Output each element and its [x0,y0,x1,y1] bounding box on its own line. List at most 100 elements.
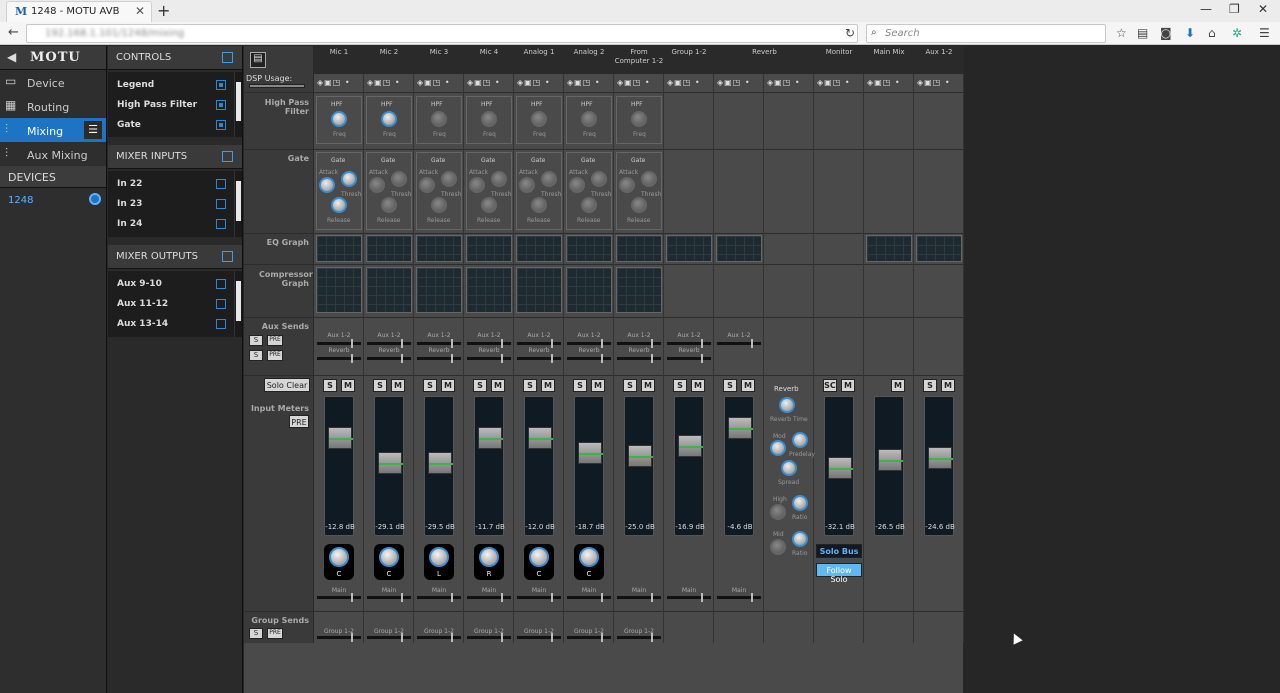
list-item[interactable]: Gate [108,116,234,136]
solo-button[interactable]: S [623,379,637,392]
channel-tool-icons[interactable]: ◈▣◳ • [464,78,514,90]
browser-tab[interactable]: M 1248 - MOTU AVB ✕ [6,1,152,22]
extension-icon[interactable]: ✲ [1232,26,1242,40]
channel-tool-icons[interactable]: ◈▣◳ • [914,78,964,90]
bookmark-star-icon[interactable]: ☆ [1116,26,1127,40]
group-send-slider[interactable] [617,633,661,642]
reverb-send-slider[interactable] [567,354,611,363]
solo-button[interactable]: S [523,379,537,392]
channel-tool-icons[interactable]: ◈▣◳ • [414,78,464,90]
aux-send-slider[interactable] [467,339,511,348]
list-item[interactable]: Aux 9-10 [108,275,234,295]
compressor-graph[interactable] [316,267,362,313]
compressor-graph[interactable] [566,267,612,313]
url-bar[interactable]: 192.168.1.101/1248/mixing [26,24,858,43]
attack-knob[interactable] [619,177,635,193]
inputs-toggle[interactable] [222,151,233,162]
aux-send-slider[interactable] [417,339,461,348]
nav-item-routing[interactable]: ▦ Routing [0,94,106,118]
channel-fader[interactable]: -32.1 dB [824,396,855,536]
pan-knob[interactable] [479,547,499,567]
nav-item-device[interactable]: ▭ Device [0,70,106,94]
checkbox[interactable] [216,179,226,189]
release-knob[interactable] [381,197,397,213]
solo-button[interactable]: S [673,379,687,392]
reverb-send-slider[interactable] [417,354,461,363]
fader-cap[interactable] [378,452,403,474]
main-send-slider[interactable] [367,593,411,602]
ratio-knob[interactable] [792,495,808,511]
mute-button[interactable]: M [541,379,555,392]
checkbox[interactable] [216,219,226,229]
download-icon[interactable]: ⬇ [1185,26,1195,40]
pan-control[interactable]: R [474,544,504,580]
channel-fader[interactable]: -16.9 dB [674,396,705,536]
eq-graph[interactable] [916,235,962,262]
eq-graph[interactable] [866,235,912,262]
reverb-send-slider[interactable] [517,354,561,363]
aux-send-slider[interactable] [667,339,711,348]
list-item[interactable]: Aux 11-12 [108,295,234,315]
aux-send-slider[interactable] [317,339,361,348]
compressor-graph[interactable] [466,267,512,313]
solo-button[interactable]: S [423,379,437,392]
attack-knob[interactable] [319,177,335,193]
thresh-knob[interactable] [391,171,407,187]
list-item[interactable]: In 23 [108,195,234,215]
compressor-graph[interactable] [416,267,462,313]
main-send-slider[interactable] [617,593,661,602]
channel-fader[interactable]: -12.8 dB [324,396,355,536]
send-pre-button-2[interactable]: PRE [267,350,283,361]
mute-button[interactable]: M [841,379,855,392]
scrollbar[interactable] [234,171,242,237]
release-knob[interactable] [331,197,347,213]
nav-item-aux-mixing[interactable]: ⫶ Aux Mixing [0,142,106,166]
reload-icon[interactable]: ↻ [845,26,855,40]
thresh-knob[interactable] [341,171,357,187]
mute-button[interactable]: M [641,379,655,392]
aux-send-slider[interactable] [517,339,561,348]
collapse-arrow-icon[interactable]: ◀ [7,50,16,64]
mute-button[interactable]: M [491,379,505,392]
channel-fader[interactable]: -12.0 dB [524,396,555,536]
send-solo-button-2[interactable]: S [249,350,263,361]
group-send-slider[interactable] [367,633,411,642]
tab-close-icon[interactable]: ✕ [135,4,145,18]
list-item[interactable]: In 24 [108,215,234,235]
mute-button[interactable]: M [341,379,355,392]
checkbox[interactable] [216,199,226,209]
checkbox[interactable] [216,80,226,90]
checkbox[interactable] [216,319,226,329]
mute-button[interactable]: M [591,379,605,392]
search-input[interactable]: Search [866,24,1106,43]
freq-knob[interactable] [481,111,497,127]
fader-cap[interactable] [928,447,953,469]
channel-fader[interactable]: -4.6 dB [724,396,754,536]
checkbox[interactable] [216,299,226,309]
main-send-slider[interactable] [717,593,761,602]
mute-button[interactable]: M [691,379,705,392]
compressor-graph[interactable] [366,267,412,313]
channel-tool-icons[interactable]: ◈▣◳ • [714,78,764,90]
fader-cap[interactable] [678,435,703,457]
channel-tool-icons[interactable]: ◈▣◳ • [864,78,914,90]
device-item[interactable]: 1248 [0,188,106,212]
channel-fader[interactable]: -29.1 dB [374,396,405,536]
release-knob[interactable] [431,197,447,213]
reverb-send-slider[interactable] [367,354,411,363]
mute-button[interactable]: M [741,379,755,392]
solo-button[interactable]: S [923,379,937,392]
attack-knob[interactable] [369,177,385,193]
channel-fader[interactable]: -26.5 dB [874,396,905,536]
fader-cap[interactable] [578,442,603,464]
eq-graph[interactable] [316,235,362,262]
minimize-icon[interactable]: — [1200,2,1212,16]
pan-control[interactable]: C [524,544,554,580]
follow-solo-button[interactable]: Follow Solo [816,563,862,584]
panel-menu-icon[interactable]: ☰ [84,121,102,139]
solo-button[interactable]: S [723,379,737,392]
mixer-view-icon[interactable]: ▤ [250,52,266,68]
channel-tool-icons[interactable]: ◈▣◳ • [764,78,814,90]
channel-tool-icons[interactable]: ◈▣◳ • [364,78,414,90]
restore-icon[interactable]: ❐ [1229,2,1240,16]
